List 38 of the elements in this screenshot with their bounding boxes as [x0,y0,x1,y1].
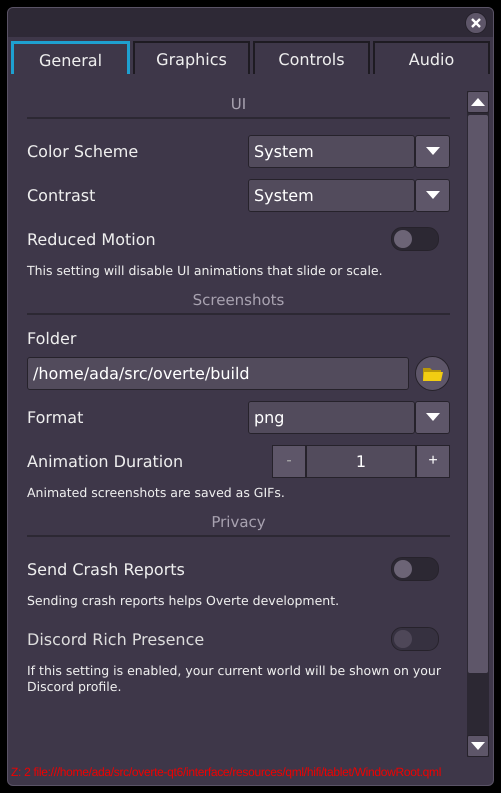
number-field[interactable]: 1 [306,444,416,478]
description-text: Sending crash reports helps Overte development. [27,592,340,610]
setting-label: Format [27,408,84,426]
down-arrow-icon [471,742,485,750]
tab[interactable]: Graphics [133,41,250,74]
tab[interactable]: Audio [373,41,490,74]
scroll-up-button[interactable] [467,91,489,113]
setting-label: Color Scheme [27,142,138,160]
section-heading: UI [230,94,248,115]
caret-icon [426,191,440,199]
folder-path-field[interactable]: /home/ada/src/overte/build [27,356,409,390]
description-text: If this setting is enabled, your current world will be shown on your Discord profile. [27,662,442,696]
setting-label: Send Crash Reports [27,560,185,578]
close-button[interactable] [465,12,487,34]
scroll-down-button[interactable] [467,735,489,757]
tab[interactable]: General [11,41,130,74]
description-text: This setting will disable UI animations that slide or scale. [27,262,384,280]
increment-button[interactable]: + [416,444,450,478]
setting-label: Folder [27,328,76,348]
debug-text: Z: 2 file:///home/ada/src/overte-qt6/interface/resources/qml/hifi/tablet/WindowRoot.qml [11,765,442,779]
scroll-thumb[interactable] [468,115,488,673]
setting-label: Discord Rich Presence [27,630,204,648]
toggle-switch[interactable] [391,557,439,581]
section-heading: Privacy [210,512,267,533]
setting-label: Animation Duration [27,452,184,470]
up-arrow-icon [471,98,485,106]
tab[interactable]: Controls [253,41,370,74]
browse-button[interactable] [415,356,450,390]
section-heading: Screenshots [192,290,286,311]
folder-icon [422,366,442,380]
close-icon [471,18,481,28]
caret-icon [426,413,440,421]
setting-label: Reduced Motion [27,230,156,248]
setting-label: Contrast [27,186,96,204]
scrollbar[interactable] [467,91,489,757]
toggle-switch[interactable] [391,227,439,251]
description-text: Animated screenshots are saved as GIFs. [27,484,286,502]
caret-icon [426,147,440,155]
